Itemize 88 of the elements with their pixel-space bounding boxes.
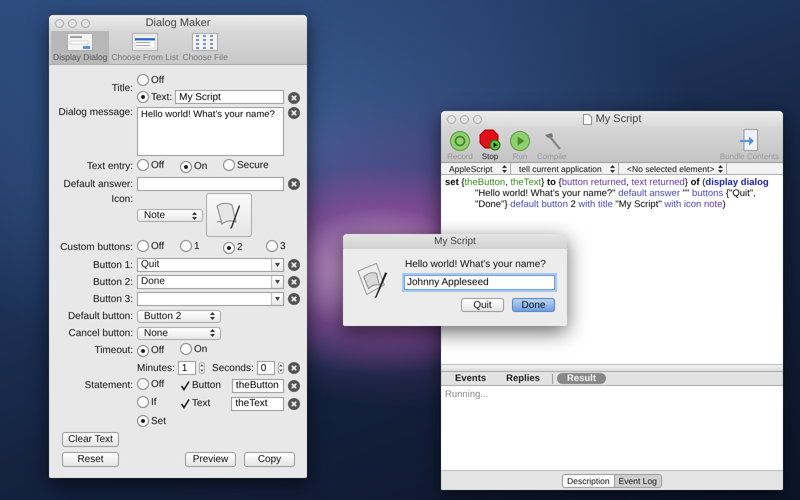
- updown-arrow-icon: [210, 329, 215, 337]
- splitter-handle[interactable]: [441, 364, 783, 372]
- clear-icon[interactable]: [288, 362, 300, 374]
- clear-icon[interactable]: [288, 398, 300, 410]
- field-label: Default button:: [66, 310, 133, 322]
- popup-menu[interactable]: None: [137, 326, 221, 340]
- stepper-icon[interactable]: [199, 361, 206, 375]
- radio-button[interactable]: Text:: [137, 91, 172, 103]
- updown-arrow-icon: [192, 212, 197, 220]
- document-icon: [582, 114, 592, 124]
- icon-well[interactable]: [206, 193, 252, 237]
- clear-icon[interactable]: [288, 107, 300, 119]
- record-icon: [450, 131, 470, 151]
- answer-field[interactable]: Johnny Appleseed: [404, 275, 555, 290]
- updown-arrow-icon: [502, 164, 507, 172]
- copy-button[interactable]: Copy: [244, 452, 295, 467]
- radio-button[interactable]: Off: [137, 378, 164, 390]
- clear-icon[interactable]: [288, 259, 300, 271]
- radio-button[interactable]: Secure: [223, 159, 269, 171]
- field-label: Timeout:: [93, 345, 133, 356]
- dropdown-arrow-icon: [275, 280, 280, 284]
- updown-arrow-icon: [210, 312, 215, 320]
- popup-menu[interactable]: Note: [137, 209, 203, 222]
- window-title: Dialog Maker: [146, 17, 210, 29]
- popup-menu[interactable]: Button 2: [137, 310, 221, 322]
- field-label: Default answer:: [62, 178, 133, 190]
- variable-field[interactable]: theText: [231, 396, 284, 410]
- variable-field[interactable]: theButton: [232, 378, 284, 392]
- clear-icon[interactable]: [288, 380, 300, 392]
- dropdown-arrow-icon: [275, 297, 280, 301]
- dialog-thumbnail-icon: [67, 33, 94, 51]
- clear-text-button[interactable]: Clear Text: [62, 432, 119, 447]
- dialog-message: Hello world! What's your name?: [404, 259, 547, 270]
- field-label: Statement:: [84, 380, 133, 391]
- dropdown-arrow-icon: [275, 263, 280, 267]
- view-tab[interactable]: Event Log: [614, 474, 661, 486]
- dialog-button[interactable]: Quit: [461, 298, 504, 312]
- radio-button[interactable]: Off: [137, 74, 164, 86]
- window-title: My Script: [596, 113, 642, 125]
- seconds-field[interactable]: 0: [256, 361, 276, 375]
- navigation-popup[interactable]: <No selected element>: [619, 163, 727, 174]
- radio-button[interactable]: On: [180, 343, 208, 355]
- updown-arrow-icon: [610, 164, 615, 172]
- field-label: Button 2:: [92, 276, 133, 288]
- checkbox[interactable]: Text: [180, 398, 220, 409]
- toolbar-tab[interactable]: Display Dialog: [51, 31, 110, 64]
- stepper-icon[interactable]: [278, 361, 284, 375]
- field-label: Minutes:: [137, 362, 175, 374]
- field-label: Seconds:: [212, 362, 254, 374]
- combo-box[interactable]: Done: [137, 275, 284, 289]
- log-tab[interactable]: Replies: [498, 373, 548, 384]
- stop-icon: [479, 129, 501, 151]
- clear-icon[interactable]: [288, 293, 300, 305]
- view-tab[interactable]: Description: [563, 474, 614, 486]
- message-field[interactable]: Hello world! What's your name?: [137, 107, 284, 156]
- navigation-popup[interactable]: AppleScript: [441, 163, 511, 174]
- radio-button[interactable]: Off: [137, 240, 164, 252]
- field-label: Button 3:: [92, 294, 133, 304]
- field-label: Cancel button:: [68, 328, 133, 338]
- result-text: Running...: [445, 389, 488, 400]
- toolbar-button[interactable]: Stop: [477, 129, 503, 161]
- field-label: Button 1:: [92, 260, 133, 270]
- default-answer-field[interactable]: [137, 177, 284, 191]
- play-icon: [510, 131, 530, 151]
- radio-button[interactable]: Set: [137, 415, 166, 427]
- checkbox[interactable]: Button: [180, 380, 221, 391]
- title-field[interactable]: My Script: [175, 90, 284, 104]
- clear-icon[interactable]: [288, 92, 300, 104]
- window-title: My Script: [434, 236, 476, 247]
- combo-box[interactable]: Quit: [137, 258, 284, 272]
- preview-button[interactable]: Preview: [185, 452, 236, 467]
- clear-icon[interactable]: [288, 178, 300, 190]
- field-label: Dialog message:: [58, 107, 133, 118]
- minutes-field[interactable]: 1: [178, 361, 196, 375]
- radio-button[interactable]: Off: [137, 159, 164, 171]
- script-code[interactable]: set {theButton, theText} to {button returned, text returned} of (display dialog "Hello world! What's your name?" default answer "" buttons {"Quit", "Done"} default button 2 with title "My Script" with icon note): [445, 177, 779, 210]
- field-label: Icon:: [110, 194, 133, 205]
- field-label: Title:: [110, 83, 133, 94]
- dialog-button[interactable]: Done: [512, 298, 555, 312]
- field-label: Text entry:: [86, 161, 133, 172]
- log-tab[interactable]: Events: [447, 373, 494, 384]
- reset-button[interactable]: Reset: [62, 452, 119, 467]
- updown-arrow-icon: [718, 164, 723, 172]
- radio-button[interactable]: On: [180, 160, 208, 172]
- clear-icon[interactable]: [288, 276, 300, 288]
- field-label: Custom buttons:: [59, 242, 133, 253]
- navigation-popup[interactable]: tell current application: [511, 163, 619, 174]
- radio-button[interactable]: Off: [137, 344, 164, 356]
